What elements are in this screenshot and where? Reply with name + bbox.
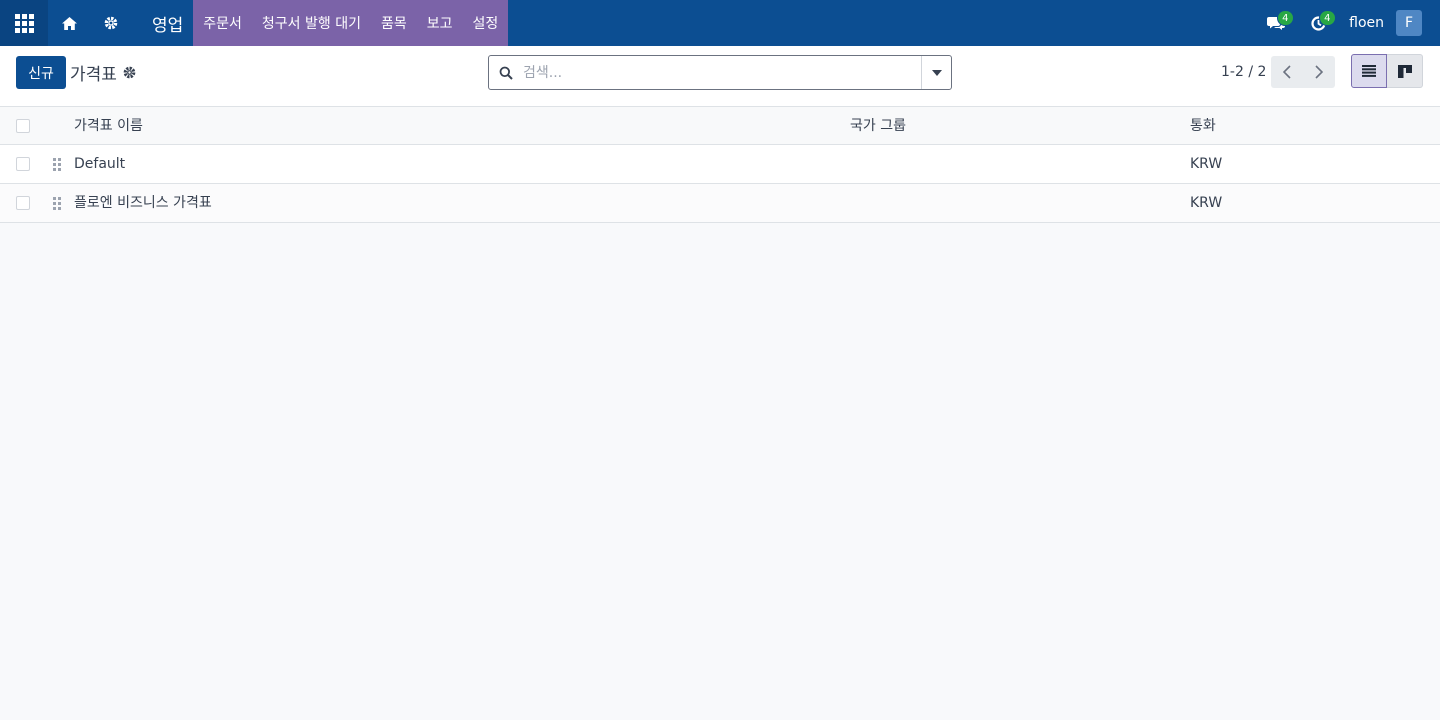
table-header: 가격표 이름 국가 그룹 통화 [0,107,1440,145]
menu-item-to-invoice[interactable]: 청구서 발행 대기 [252,0,371,46]
drag-handle-icon[interactable] [53,158,61,171]
list-icon [1362,65,1376,77]
pager-previous-button[interactable] [1271,56,1303,88]
row-checkbox[interactable] [16,196,30,210]
search-bar [488,55,952,90]
gear-icon [104,16,118,30]
cell-currency: KRW [1190,156,1223,172]
cell-name: Default [74,156,126,172]
select-all-checkbox[interactable] [16,119,30,133]
cell-currency: KRW [1190,195,1223,211]
control-panel: 신규 가격표 1-2 / 2 [0,46,1440,107]
actions-gear-button[interactable] [123,66,136,79]
gear-icon [123,66,136,79]
search-icon [489,56,523,89]
kanban-view-button[interactable] [1387,54,1423,88]
chevron-right-icon [1315,65,1323,79]
home-button[interactable] [48,0,90,46]
pricelist-table: 가격표 이름 국가 그룹 통화 Default KRW 플로엔 비즈니스 가격표… [0,107,1440,223]
home-icon [61,16,77,30]
table-row[interactable]: 플로엔 비즈니스 가격표 KRW [0,184,1440,223]
column-header-currency[interactable]: 통화 [1190,107,1216,145]
breadcrumb: 가격표 [70,60,136,85]
row-checkbox[interactable] [16,157,30,171]
search-options-toggle[interactable] [921,56,951,89]
apps-menu-button[interactable] [0,0,48,46]
menu-item-products[interactable]: 품목 [371,0,417,46]
top-navbar: 영업 주문서 청구서 발행 대기 품목 보고 설정 4 4 floen F [0,0,1440,46]
systray: 4 4 floen F [1255,0,1440,46]
menu-item-reporting[interactable]: 보고 [417,0,463,46]
pager-value[interactable]: 1-2 / 2 [1221,64,1266,80]
drag-handle-icon[interactable] [53,197,61,210]
kanban-icon [1397,64,1412,78]
avatar[interactable]: F [1396,10,1422,36]
user-menu[interactable]: floen [1349,15,1384,31]
pager-next-button[interactable] [1303,56,1335,88]
apps-grid-icon [14,13,34,33]
caret-down-icon [931,69,942,76]
messages-badge: 4 [1277,10,1294,26]
table-row[interactable]: Default KRW [0,145,1440,184]
chevron-left-icon [1283,65,1291,79]
page-title: 가격표 [70,65,117,85]
menu-item-configuration[interactable]: 설정 [463,0,509,46]
activities-badge: 4 [1319,10,1336,26]
main-menu: 주문서 청구서 발행 대기 품목 보고 설정 [193,0,509,46]
app-title[interactable]: 영업 [152,11,183,36]
column-header-name[interactable]: 가격표 이름 [74,107,143,145]
column-header-country-group[interactable]: 국가 그룹 [850,107,906,145]
menu-item-orders[interactable]: 주문서 [193,0,252,46]
messages-button[interactable]: 4 [1255,0,1297,46]
settings-button[interactable] [90,0,132,46]
activities-button[interactable]: 4 [1297,0,1339,46]
new-button[interactable]: 신규 [16,56,66,89]
search-input[interactable] [523,57,921,88]
list-view-button[interactable] [1351,54,1387,88]
cell-name: 플로엔 비즈니스 가격표 [74,195,212,211]
